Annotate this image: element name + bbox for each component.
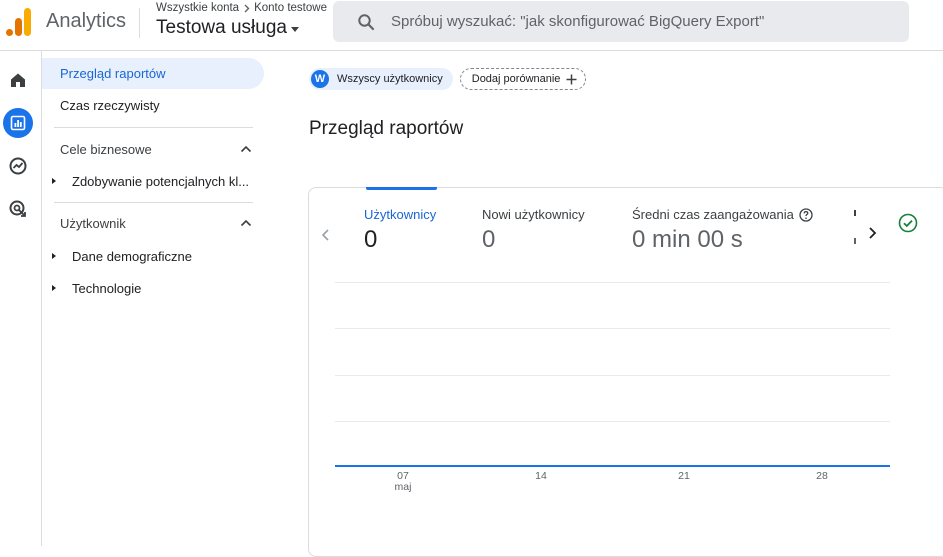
chevron-up-icon: [240, 145, 252, 153]
metric-tab-engagement-time[interactable]: Średni czas zaangażowania 0 min 00 s: [632, 207, 813, 254]
nav-section-user[interactable]: Użytkownik: [42, 209, 264, 237]
rail-home-button[interactable]: [3, 65, 33, 95]
x-tick-label: 14: [535, 470, 547, 482]
rail-reports-button[interactable]: [3, 108, 33, 138]
home-icon: [11, 73, 25, 87]
plus-icon: [566, 74, 577, 84]
chevron-right-icon: [244, 4, 250, 12]
check-circle-icon[interactable]: [898, 213, 918, 233]
nav-item-technology[interactable]: Technologie: [42, 274, 264, 302]
users-line-chart: 07 maj 14 21 28: [335, 282, 890, 502]
app-name: Analytics: [46, 10, 127, 32]
left-rail: [0, 51, 42, 546]
metric-tab-new-users[interactable]: Nowi użytkownicy 0: [482, 207, 585, 254]
active-tab-indicator: [366, 187, 437, 190]
property-selector[interactable]: Testowa usługa: [156, 17, 299, 39]
x-tick-label: 07 maj: [394, 470, 412, 493]
help-icon[interactable]: [799, 207, 813, 222]
breadcrumb[interactable]: Wszystkie konta Konto testowe: [156, 2, 327, 14]
chevron-left-icon[interactable]: [319, 228, 333, 242]
segment-avatar: W: [311, 70, 329, 88]
metric-label: Nowi użytkownicy: [482, 207, 585, 222]
nav-divider: [54, 202, 253, 203]
x-tick-label: 28: [816, 470, 828, 482]
nav-divider: [54, 127, 253, 128]
page-title: Przegląd raportów: [309, 118, 464, 139]
rail-explore-button[interactable]: [3, 151, 33, 181]
expand-arrow-icon: [52, 178, 56, 184]
nav-item-reports-snapshot[interactable]: Przegląd raportów: [42, 58, 264, 89]
nav-section-label: Użytkownik: [60, 215, 126, 231]
nav-item-label: Zdobywanie potencjalnych kl...: [72, 173, 250, 189]
comparison-chips: W Wszyscy użytkownicy Dodaj porównanie: [309, 68, 587, 90]
add-comparison-button[interactable]: Dodaj porównanie: [459, 68, 587, 90]
chevron-up-icon: [240, 219, 252, 227]
chart-gridline: [335, 328, 890, 329]
breadcrumb-item[interactable]: Konto testowe: [254, 2, 327, 14]
breadcrumb-item[interactable]: Wszystkie konta: [156, 2, 239, 14]
expand-arrow-icon: [52, 253, 56, 259]
metric-label: Użytkownicy: [364, 207, 437, 222]
nav-section-business-objectives[interactable]: Cele biznesowe: [42, 135, 264, 163]
nav-item-label: Czas rzeczywisty: [60, 98, 160, 113]
nav-section-label: Cele biznesowe: [60, 141, 152, 157]
search-icon: [358, 13, 375, 30]
clipped-metric-edge: [854, 210, 856, 216]
chart-gridline: [335, 421, 890, 422]
metric-value: 0 min 00 s: [632, 226, 743, 253]
metric-tab-users[interactable]: Użytkownicy 0: [364, 207, 436, 254]
header-divider: [139, 8, 140, 38]
rail-advertising-button[interactable]: [3, 194, 33, 224]
property-name: Testowa usługa: [156, 17, 287, 38]
nav-item-label: Technologie: [72, 280, 142, 296]
nav-item-lead-generation[interactable]: Zdobywanie potencjalnych kl...: [42, 167, 264, 195]
analytics-logo[interactable]: [6, 8, 32, 36]
chart-gridline: [335, 375, 890, 376]
top-app-bar: Analytics Wszystkie konta Konto testowe …: [0, 0, 943, 51]
chevron-right-icon[interactable]: [865, 226, 879, 240]
nav-item-realtime[interactable]: Czas rzeczywisty: [42, 90, 264, 121]
expand-arrow-icon: [52, 285, 56, 291]
segment-chip-all-users[interactable]: W Wszyscy użytkownicy: [309, 68, 453, 90]
nav-item-label: Dane demograficzne: [72, 248, 192, 264]
advertising-icon: [9, 200, 26, 217]
report-navigation: Przegląd raportów Czas rzeczywisty Cele …: [42, 51, 264, 546]
segment-chip-label: Wszyscy użytkownicy: [337, 73, 443, 85]
overview-chart-card: Użytkownicy 0 Nowi użytkownicy 0 Średni …: [308, 187, 943, 557]
caret-down-icon: [290, 26, 299, 32]
series-line: [335, 465, 890, 467]
clipped-metric-edge: [854, 238, 856, 244]
x-tick-label: 21: [678, 470, 690, 482]
metric-value: 0: [364, 226, 378, 253]
nav-item-demographics[interactable]: Dane demograficzne: [42, 242, 264, 270]
metric-value: 0: [482, 226, 496, 253]
nav-item-label: Przegląd raportów: [60, 66, 166, 81]
chart-gridline: [335, 282, 890, 283]
search-bar[interactable]: [333, 1, 909, 42]
metric-label: Średni czas zaangażowania: [632, 207, 794, 222]
reports-icon: [10, 115, 26, 131]
search-input[interactable]: [391, 13, 871, 30]
add-comparison-label: Dodaj porównanie: [471, 73, 561, 85]
explore-icon: [9, 157, 27, 175]
